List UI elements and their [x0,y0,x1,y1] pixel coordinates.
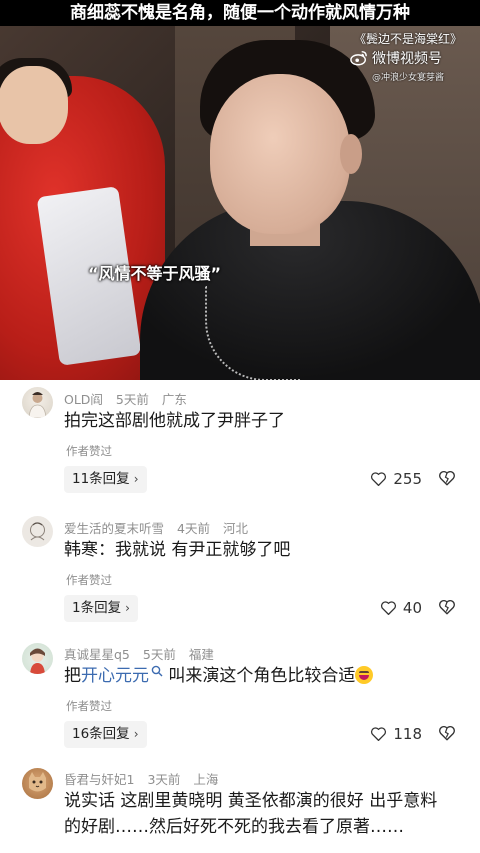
video-headline: 商细蕊不愧是名角，随便一个动作就风情万种 [0,0,480,26]
like-button[interactable]: 255 [370,470,422,488]
comment-meta: 昏君与奸妃1 3天前 上海 [64,769,227,788]
like-button[interactable]: 40 [380,599,422,617]
watermark-username: @冲浪少女宴芽酱 [371,73,444,83]
broken-heart-icon[interactable] [438,469,456,487]
man-face [210,74,350,234]
avatar[interactable] [22,768,53,799]
reply-count-label: 1条回复 [72,600,122,616]
comment-location: 河北 [222,521,248,536]
comment-time: 5天前 [115,392,149,407]
comment-text: 把开心元元 叫来演这个角色比较合适 [64,663,460,689]
like-count: 255 [393,470,422,488]
video-frame: 《鬓边不是海棠红》 微博视频号 @冲浪少女宴芽酱 “风情不等于风骚” [0,26,480,380]
comment-username[interactable]: 真诚星星q5 [64,647,130,662]
avatar-sketch-icon [30,522,45,541]
heart-outline-icon [380,601,396,616]
comment-username[interactable]: 昏君与奸妃1 [64,772,134,787]
broken-heart-icon[interactable] [438,724,456,742]
comment-time: 4天前 [177,521,210,536]
avatar-figure-icon [28,392,47,418]
comment-time: 5天前 [142,647,176,662]
search-icon[interactable] [151,665,163,677]
weibo-logo-icon [350,50,367,66]
chevron-right-icon: › [133,472,139,486]
watermark-show-title: 《鬓边不是海棠红》 [353,32,462,46]
comment-location: 广东 [161,392,187,407]
heart-outline-icon [371,727,387,742]
view-replies-button[interactable]: 16条回复 › [64,721,147,748]
author-liked-badge: 作者赞过 [66,573,112,587]
broken-heart-icon[interactable] [438,598,456,616]
mention-link[interactable]: 开心元元 [81,666,149,686]
watermark-brand: 微博视频号 [350,48,442,68]
watermark-brand-label: 微博视频号 [372,51,442,67]
reply-count-label: 16条回复 [72,726,130,742]
avatar-cat-icon [29,772,46,792]
heart-outline-icon [371,472,387,487]
avatar[interactable] [22,387,53,418]
reply-count-label: 11条回复 [72,471,130,487]
chevron-right-icon: › [125,601,130,615]
avatar-cartoon-icon [30,648,45,674]
avatar[interactable] [22,643,53,674]
like-count: 118 [393,725,422,743]
view-replies-button[interactable]: 11条回复 › [64,466,147,493]
comment-meta: 爱生活的夏末听雪 4天前 河北 [64,518,257,537]
chevron-right-icon: › [133,727,139,741]
comment-text-prefix: 把 [64,666,81,686]
video-subtitle: “风情不等于风骚” [88,264,222,283]
author-liked-badge: 作者赞过 [66,699,112,713]
comment-meta: 真诚星星q5 5天前 福建 [64,644,223,663]
comment-meta: OLD阎 5天前 广东 [64,389,196,408]
comment-text: 拍完这部剧他就成了尹胖子了 [64,411,285,431]
view-replies-button[interactable]: 1条回复 › [64,595,138,622]
comment-location: 福建 [188,647,214,662]
comment-text-suffix: 叫来演这个角色比较合适 [163,666,356,686]
grinning-face-emoji [355,666,374,684]
comment-location: 上海 [193,772,219,787]
comment-username[interactable]: OLD阎 [64,392,103,407]
like-count: 40 [402,599,422,617]
like-button[interactable]: 118 [370,725,422,743]
comment-text: 韩寒：我就说 有尹正就够了吧 [64,540,291,560]
avatar[interactable] [22,516,53,547]
woman-face [0,66,68,144]
comment-username[interactable]: 爱生活的夏末听雪 [64,521,164,536]
man-ear [340,134,362,174]
comment-text: 说实话 这剧里黄晓明 黄圣依都演的很好 出乎意料的好剧……然后好死不死的我去看了… [64,791,438,837]
comment-list[interactable]: OLD阎 5天前 广东 拍完这部剧他就成了尹胖子了 作者赞过 11条回复 › 2… [0,380,480,853]
author-liked-badge: 作者赞过 [66,444,112,458]
comment-time: 3天前 [147,772,181,787]
video-player[interactable]: 商细蕊不愧是名角，随便一个动作就风情万种 《鬓边不是海棠红》 微博视频号 @冲浪… [0,0,480,380]
